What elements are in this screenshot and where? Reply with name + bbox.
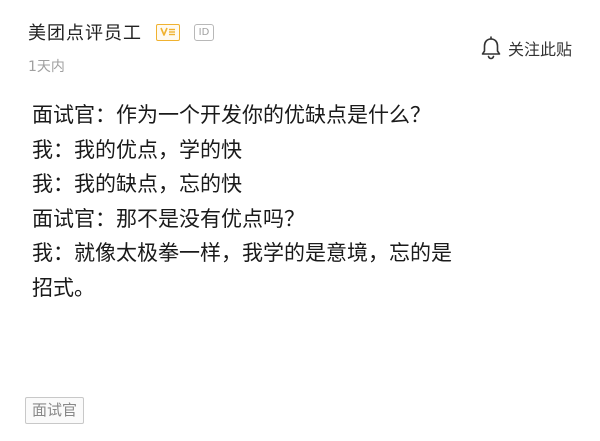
- author-name[interactable]: 美团点评员工: [28, 19, 142, 45]
- content-line: 面试官：作为一个开发你的优缺点是什么？: [32, 103, 431, 127]
- post-content: 面试官：作为一个开发你的优缺点是什么？ 我：我的优点，学的快 我：我的缺点，忘的…: [32, 98, 580, 305]
- content-line: 面试官：那不是没有优点吗？: [32, 206, 305, 231]
- post-header: 美团点评员工 ID 1天内 关注此贴: [28, 14, 580, 75]
- post-time: 1天内: [28, 59, 65, 75]
- bell-icon: [481, 36, 501, 60]
- follow-post-label: 关注此贴: [507, 40, 572, 59]
- content-line: 我：我的优点，学的快: [32, 137, 242, 162]
- verified-badge-icon: [156, 23, 180, 41]
- content-line: 我：我的缺点，忘的快: [32, 172, 242, 196]
- follow-post-button[interactable]: 关注此贴: [480, 36, 572, 60]
- content-line: 我：就像太极拳一样，我学的是意境，忘的是: [32, 241, 452, 265]
- author-row: 美团点评员工 ID: [28, 20, 214, 44]
- topic-tag[interactable]: 面试官: [25, 397, 85, 424]
- id-badge: ID: [194, 23, 214, 41]
- content-line: 招式。: [32, 275, 95, 300]
